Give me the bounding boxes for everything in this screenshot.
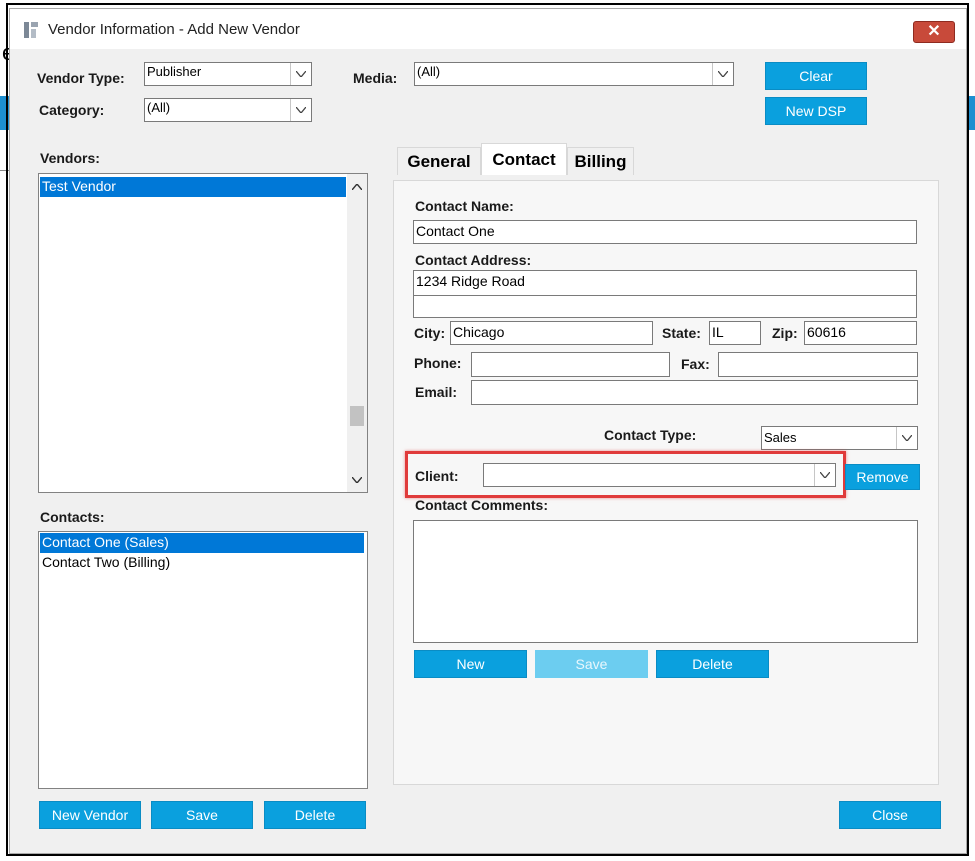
screenshot-border <box>6 3 969 856</box>
